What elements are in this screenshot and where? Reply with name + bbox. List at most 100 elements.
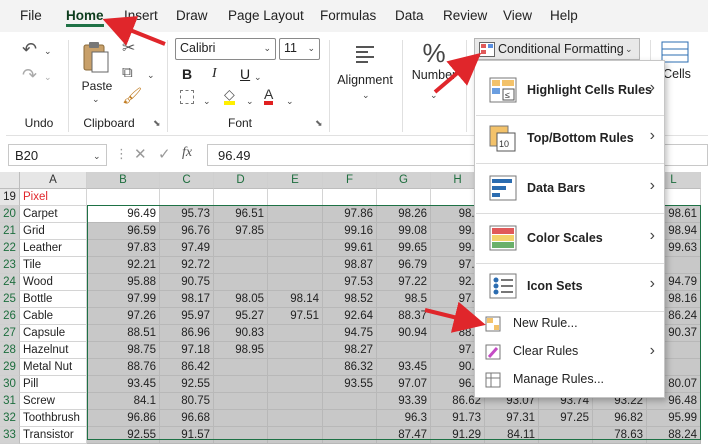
table-cell[interactable]: 87.47	[377, 427, 431, 444]
table-cell[interactable]	[268, 359, 323, 376]
cancel-icon[interactable]: ✕	[134, 145, 147, 163]
table-cell[interactable]: 97.18	[160, 342, 214, 359]
row-header[interactable]: 25	[0, 291, 20, 308]
number-format-button[interactable]: % Number ⌄	[408, 38, 460, 102]
table-cell[interactable]: 96.49	[87, 206, 160, 223]
table-cell[interactable]: 90.83	[214, 325, 268, 342]
menu-item-clear-rules[interactable]: Clear Rules ›	[475, 341, 664, 363]
tab-draw[interactable]: Draw	[176, 8, 208, 23]
row-header[interactable]: 20	[0, 206, 20, 223]
tab-review[interactable]: Review	[443, 8, 487, 23]
menu-item-highlight-cells[interactable]: ≤ Highlight Cells Rules ›	[475, 71, 664, 111]
table-cell[interactable]: 98.95	[214, 342, 268, 359]
table-cell[interactable]: Capsule	[20, 325, 87, 342]
row-header[interactable]: 29	[0, 359, 20, 376]
row-header[interactable]: 33	[0, 427, 20, 444]
paste-button[interactable]: Paste ⌄	[80, 40, 114, 104]
table-cell[interactable]: 90.94	[377, 325, 431, 342]
column-header-c[interactable]: C	[160, 172, 214, 189]
row-header[interactable]: 32	[0, 410, 20, 427]
table-cell[interactable]: 86.96	[160, 325, 214, 342]
row-header[interactable]: 27	[0, 325, 20, 342]
table-cell[interactable]: 95.73	[160, 206, 214, 223]
table-cell[interactable]	[539, 427, 593, 444]
table-cell[interactable]: 98.27	[323, 342, 377, 359]
table-cell[interactable]: 97.25	[539, 410, 593, 427]
font-color-icon[interactable]: A	[264, 87, 274, 105]
menu-item-data-bars[interactable]: Data Bars ›	[475, 169, 664, 209]
cells-button[interactable]: Cells	[660, 40, 694, 90]
table-cell[interactable]: 95.97	[160, 308, 214, 325]
row-header[interactable]: 21	[0, 223, 20, 240]
chevron-down-icon[interactable]: ⌄	[203, 96, 211, 107]
dialog-launcher-icon[interactable]: ⬊	[315, 118, 323, 129]
table-cell[interactable]: 97.99	[87, 291, 160, 308]
table-cell[interactable]	[268, 325, 323, 342]
table-cell[interactable]	[268, 240, 323, 257]
table-cell[interactable]: 99.61	[323, 240, 377, 257]
table-cell[interactable]	[268, 393, 323, 410]
table-cell[interactable]: Cable	[20, 308, 87, 325]
table-cell[interactable]: 95.99	[647, 410, 701, 427]
table-cell[interactable]: 93.45	[377, 359, 431, 376]
undo-icon[interactable]: ↶	[22, 40, 37, 58]
column-header-g[interactable]: G	[377, 172, 431, 189]
fill-color-icon[interactable]: ◇	[224, 87, 235, 105]
chevron-down-icon[interactable]: ⌄	[44, 72, 52, 83]
redo-icon[interactable]: ↷	[22, 66, 37, 84]
table-cell[interactable]	[268, 342, 323, 359]
table-cell[interactable]	[323, 410, 377, 427]
table-cell[interactable]: 99.08	[377, 223, 431, 240]
table-cell[interactable]: 93.45	[87, 376, 160, 393]
table-cell[interactable]	[160, 189, 214, 206]
tab-formulas[interactable]: Formulas	[320, 8, 376, 23]
menu-item-new-rule[interactable]: New Rule...	[475, 313, 664, 335]
table-cell[interactable]: Bottle	[20, 291, 87, 308]
chevron-down-icon[interactable]: ⌄	[254, 72, 262, 83]
table-cell[interactable]: 96.51	[214, 206, 268, 223]
table-cell[interactable]: 91.29	[431, 427, 485, 444]
table-cell[interactable]: Metal Nut	[20, 359, 87, 376]
table-cell[interactable]: 92.21	[87, 257, 160, 274]
italic-button[interactable]: I	[212, 66, 217, 82]
cut-icon[interactable]: ✂	[122, 40, 135, 58]
table-cell[interactable]: Grid	[20, 223, 87, 240]
font-name-combo[interactable]: Calibri ⌄	[175, 38, 276, 60]
table-cell[interactable]: 96.68	[160, 410, 214, 427]
table-cell[interactable]	[214, 257, 268, 274]
table-cell[interactable]: 84.1	[87, 393, 160, 410]
table-cell[interactable]: 98.87	[323, 257, 377, 274]
menu-item-manage-rules[interactable]: Manage Rules...	[475, 369, 664, 391]
menu-item-color-scales[interactable]: Color Scales ›	[475, 219, 664, 259]
table-cell[interactable]	[268, 189, 323, 206]
table-cell[interactable]	[377, 189, 431, 206]
table-cell[interactable]: 86.42	[160, 359, 214, 376]
table-cell[interactable]: 97.83	[87, 240, 160, 257]
format-painter-icon[interactable]: 🖌	[122, 88, 142, 106]
table-cell[interactable]: 92.72	[160, 257, 214, 274]
table-cell[interactable]: 91.57	[160, 427, 214, 444]
table-cell[interactable]	[268, 257, 323, 274]
row-header[interactable]: 26	[0, 308, 20, 325]
table-cell[interactable]	[268, 223, 323, 240]
table-cell[interactable]: Carpet	[20, 206, 87, 223]
enter-icon[interactable]: ✓	[158, 145, 171, 163]
table-cell[interactable]: Toothbrush	[20, 410, 87, 427]
table-cell[interactable]: 95.88	[87, 274, 160, 291]
column-header-e[interactable]: E	[268, 172, 323, 189]
table-cell[interactable]	[377, 342, 431, 359]
table-cell[interactable]: 97.22	[377, 274, 431, 291]
table-cell[interactable]: 88.76	[87, 359, 160, 376]
borders-icon[interactable]	[180, 90, 194, 104]
tab-help[interactable]: Help	[550, 8, 578, 23]
bold-button[interactable]: B	[182, 66, 192, 82]
table-cell[interactable]: 95.27	[214, 308, 268, 325]
table-cell[interactable]	[214, 427, 268, 444]
table-cell[interactable]: Leather	[20, 240, 87, 257]
table-cell[interactable]: 91.73	[431, 410, 485, 427]
copy-icon[interactable]: ⧉	[122, 64, 133, 82]
table-cell[interactable]	[214, 189, 268, 206]
tab-page-layout[interactable]: Page Layout	[228, 8, 304, 23]
table-cell[interactable]: 98.17	[160, 291, 214, 308]
table-cell[interactable]	[268, 410, 323, 427]
